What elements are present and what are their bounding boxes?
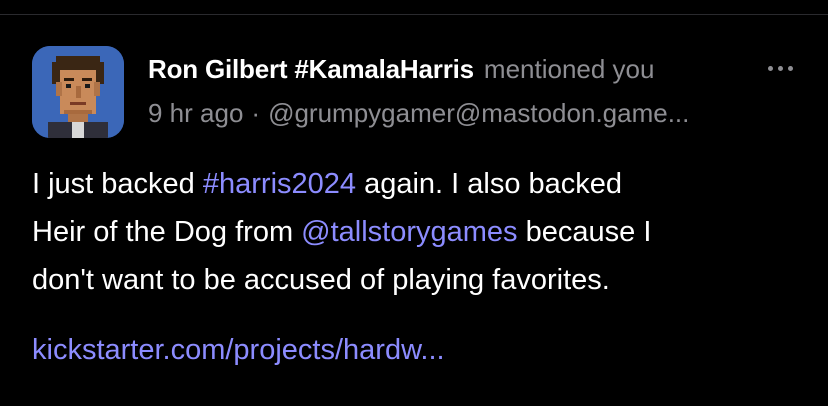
post-line: don't want to be accused of playing favo… (32, 256, 792, 304)
timestamp: 9 hr ago (148, 98, 244, 128)
post-text: Heir of the Dog from (32, 216, 302, 248)
post-text: don't want to be accused of playing favo… (32, 264, 610, 296)
meta-line: 9 hr ago · @grumpygamer@mastodon.game... (148, 98, 798, 129)
notification-header: Ron Gilbert #KamalaHarris mentioned you … (148, 54, 798, 129)
post-link-line: kickstarter.com/projects/hardw... (32, 326, 445, 374)
external-link[interactable]: kickstarter.com/projects/hardw... (32, 334, 445, 366)
divider (0, 14, 828, 15)
post-text: I just backed (32, 168, 203, 200)
author-display-name[interactable]: Ron Gilbert #KamalaHarris (148, 54, 474, 85)
author-handle[interactable]: @grumpygamer@mastodon.game... (268, 98, 689, 129)
notification-screen: Ron Gilbert #KamalaHarris mentioned you … (0, 0, 828, 406)
more-options-button[interactable] (756, 50, 804, 86)
post-text: because I (517, 216, 652, 248)
ellipsis-icon (777, 65, 783, 71)
post-text: again. I also backed (356, 168, 623, 200)
notification-action: mentioned you (483, 54, 655, 84)
post-line: Heir of the Dog from @tallstorygames bec… (32, 208, 792, 256)
post-line: I just backed #harris2024 again. I also … (32, 160, 792, 208)
pixel-art-portrait-icon (32, 46, 124, 138)
name-line: Ron Gilbert #KamalaHarris mentioned you (148, 54, 798, 90)
hashtag-link[interactable]: #harris2024 (203, 168, 356, 200)
author-avatar[interactable] (32, 46, 124, 138)
ellipsis-icon (787, 65, 793, 71)
post-content: I just backed #harris2024 again. I also … (32, 160, 792, 304)
mention-link[interactable]: @tallstorygames (301, 216, 517, 248)
meta-separator: · (251, 98, 261, 128)
ellipsis-icon (767, 65, 773, 71)
